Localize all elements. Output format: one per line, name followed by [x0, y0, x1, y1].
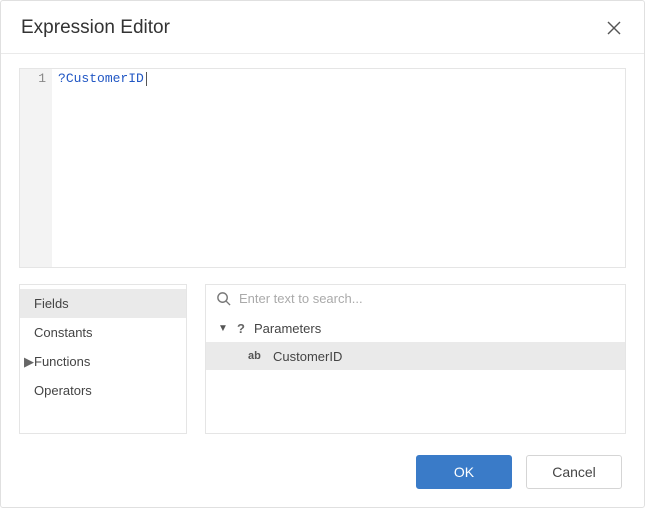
question-icon: ?	[235, 321, 247, 336]
middle-panels: Fields Constants ▶ Functions Operators	[1, 284, 644, 434]
dialog-footer: OK Cancel	[1, 435, 644, 507]
category-constants[interactable]: Constants	[20, 318, 186, 347]
button-label: OK	[454, 464, 474, 480]
fields-tree: ▼ ? Parameters ab CustomerID	[206, 312, 625, 433]
button-label: Cancel	[552, 464, 596, 480]
line-number: 1	[20, 71, 46, 86]
category-label: Fields	[34, 296, 69, 311]
dialog-title: Expression Editor	[21, 17, 170, 39]
category-functions[interactable]: ▶ Functions	[20, 347, 186, 376]
param-prefix: ?	[58, 71, 66, 86]
tree-item-customerid[interactable]: ab CustomerID	[206, 342, 625, 370]
expression-editor-dialog: Expression Editor 1 ?CustomerID Fields C…	[0, 0, 645, 508]
category-list: Fields Constants ▶ Functions Operators	[19, 284, 187, 434]
chevron-down-icon: ▼	[218, 323, 228, 334]
search-icon	[216, 291, 231, 306]
code-editor[interactable]: 1 ?CustomerID	[19, 68, 626, 268]
category-label: Functions	[34, 354, 90, 369]
text-cursor	[146, 72, 147, 86]
close-button[interactable]	[604, 18, 624, 38]
tree-group-parameters[interactable]: ▼ ? Parameters	[206, 314, 625, 342]
cancel-button[interactable]: Cancel	[526, 455, 622, 489]
ok-button[interactable]: OK	[416, 455, 512, 489]
category-label: Operators	[34, 383, 92, 398]
editor-content[interactable]: ?CustomerID	[52, 69, 625, 267]
dialog-header: Expression Editor	[1, 1, 644, 54]
close-icon	[607, 21, 621, 35]
tree-group-label: Parameters	[254, 321, 321, 336]
param-token: CustomerID	[66, 71, 144, 86]
tree-item-label: CustomerID	[273, 349, 342, 364]
text-type-icon: ab	[248, 350, 266, 362]
category-fields[interactable]: Fields	[20, 289, 186, 318]
category-operators[interactable]: Operators	[20, 376, 186, 405]
category-label: Constants	[34, 325, 93, 340]
chevron-right-icon: ▶	[24, 354, 34, 370]
search-input[interactable]	[239, 291, 615, 306]
editor-gutter: 1	[20, 69, 52, 267]
search-row	[206, 285, 625, 312]
fields-panel: ▼ ? Parameters ab CustomerID	[205, 284, 626, 434]
